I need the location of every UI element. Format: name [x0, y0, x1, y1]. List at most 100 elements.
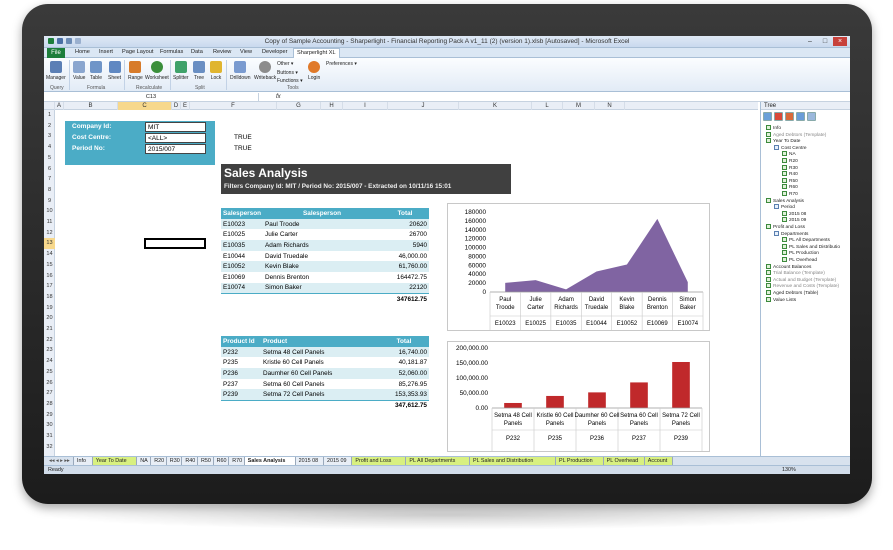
row-header-16[interactable]: 16 [44, 271, 55, 282]
tab-developer[interactable]: Developer [262, 49, 288, 55]
table-row[interactable]: E10074 Simon Baker 22120 [221, 282, 429, 294]
writeback-button[interactable]: Writeback [254, 61, 276, 81]
tree-node[interactable]: R60 [782, 184, 798, 190]
tree-node[interactable]: Value Lists [766, 296, 796, 303]
table-cell[interactable]: E10023 [221, 218, 264, 230]
tab-data[interactable]: Data [191, 49, 203, 55]
table-cell[interactable]: 22120 [381, 282, 429, 294]
column-header-j[interactable]: J [388, 102, 459, 110]
sheet-tab[interactable]: PL Production [556, 457, 604, 465]
tree-node[interactable]: 2015 08 [782, 210, 806, 217]
fx-button[interactable]: fx [276, 93, 281, 102]
tree-node[interactable]: Aged Debtors (Template) [766, 131, 826, 138]
tree-node[interactable]: R70 [782, 191, 798, 197]
sheet-tab[interactable]: R50 [198, 457, 214, 465]
row-header-31[interactable]: 31 [44, 431, 55, 442]
range-button[interactable]: Range [128, 61, 143, 81]
zoom-level[interactable]: 130% [782, 466, 796, 474]
table-cell[interactable]: E10052 [221, 261, 264, 273]
cost-centre-value[interactable]: <ALL> [145, 133, 206, 143]
active-cell-c13[interactable] [144, 238, 206, 249]
column-header-h[interactable]: H [321, 102, 343, 110]
lock-button[interactable]: Lock [210, 61, 222, 81]
table-cell[interactable]: Dennis Brenton [263, 272, 381, 283]
row-header-12[interactable]: 12 [44, 228, 55, 239]
minimize-icon[interactable]: – [803, 37, 817, 46]
table-cell[interactable]: Setma 48 Cell Panels [261, 346, 379, 358]
column-header-l[interactable]: L [532, 102, 563, 110]
table-cell[interactable]: Kevin Blake [263, 261, 382, 273]
tree-node[interactable]: R40 [782, 171, 798, 177]
tree-node[interactable]: PL Overhead [782, 257, 817, 263]
tree-node[interactable]: 2015 09 [782, 217, 806, 223]
column-header-m[interactable]: M [563, 102, 595, 110]
row-header-2[interactable]: 2 [44, 121, 55, 132]
table-cell[interactable]: E10035 [221, 240, 264, 251]
tree-node[interactable]: Account Balances [766, 263, 811, 270]
column-header-a[interactable]: A [55, 102, 64, 110]
table-row[interactable]: P237 Setma 60 Cell Panels 85,276.95 [221, 379, 429, 390]
row-header-24[interactable]: 24 [44, 356, 55, 367]
value-button[interactable]: Value [73, 61, 85, 81]
sync-icon[interactable] [796, 112, 805, 121]
tree-node[interactable]: R50 [782, 177, 798, 184]
tree-node[interactable]: Aged Debtors (Table) [766, 290, 818, 296]
table-cell[interactable]: 40,181.87 [379, 357, 429, 368]
row-header-23[interactable]: 23 [44, 345, 55, 356]
row-header-1[interactable]: 1 [44, 110, 55, 121]
column-header-b[interactable]: B [64, 102, 118, 110]
tab-insert[interactable]: Insert [99, 49, 113, 55]
sheet-button[interactable]: Sheet [108, 61, 121, 81]
product-bar-chart[interactable]: 200,000.00 150,000.00 100,000.00 50,000.00 0… [447, 341, 710, 452]
tree-node[interactable]: Trial Balance (Template) [766, 270, 825, 276]
table-cell[interactable]: P237 [221, 379, 261, 390]
sheet-tab[interactable]: Info [74, 457, 93, 465]
table-cell[interactable]: P239 [221, 389, 261, 401]
sheet-tab[interactable]: PL Overhead [603, 457, 645, 465]
table-row[interactable]: P236 Daumher 60 Cell Panels 52,060.00 [221, 368, 429, 379]
table-cell[interactable]: P236 [221, 368, 261, 379]
manager-button[interactable]: Manager [46, 61, 66, 81]
row-header-29[interactable]: 29 [44, 410, 55, 421]
table-row[interactable]: E10052 Kevin Blake 61,760.00 [221, 261, 429, 273]
tree-node[interactable]: Sales Analysis [766, 197, 804, 204]
column-header-d[interactable]: D [172, 102, 181, 110]
table-cell[interactable]: 20620 [381, 218, 429, 230]
table-cell[interactable]: 153,353.93 [379, 389, 429, 401]
row-header-7[interactable]: 7 [44, 174, 55, 185]
row-header-28[interactable]: 28 [44, 399, 55, 410]
table-row[interactable]: P235 Kristle 60 Cell Panels 40,181.87 [221, 357, 429, 368]
total-value[interactable]: 347612.75 [381, 293, 429, 305]
tree-node[interactable]: PL All Departments [782, 237, 830, 243]
properties-icon[interactable] [807, 112, 816, 121]
tree-node[interactable]: NA [782, 151, 796, 157]
table-cell[interactable]: 46,000.00 [381, 251, 429, 262]
column-header-n[interactable]: N [595, 102, 625, 110]
tab-page-layout[interactable]: Page Layout [122, 49, 153, 55]
splitter-button[interactable]: Splitter [173, 61, 189, 81]
row-header-5[interactable]: 5 [44, 153, 55, 164]
true-value-2[interactable]: TRUE [234, 145, 252, 152]
close-icon[interactable]: × [833, 37, 847, 46]
table-row[interactable]: E10069 Dennis Brenton 164472.75 [221, 272, 429, 283]
row-header-27[interactable]: 27 [44, 388, 55, 399]
row-header-26[interactable]: 26 [44, 378, 55, 389]
sheet-tab[interactable]: Profit and Loss [352, 457, 407, 465]
row-header-18[interactable]: 18 [44, 292, 55, 303]
worksheet-button[interactable]: Worksheet [145, 61, 169, 81]
tree-node[interactable]: R20 [782, 158, 798, 164]
company-value[interactable]: MIT [145, 122, 206, 132]
table-cell[interactable]: 52,060.00 [379, 368, 429, 379]
row-header-25[interactable]: 25 [44, 367, 55, 378]
tree-node[interactable]: PL Sales and Distributio [782, 243, 840, 250]
record-icon[interactable] [785, 112, 794, 121]
tree-node[interactable]: Profit and Loss [766, 224, 805, 230]
salesperson-area-chart[interactable]: 180000 160000 140000 120000 100000 80000 60000… [447, 203, 710, 331]
refresh-icon[interactable] [763, 112, 772, 121]
stop-icon[interactable] [774, 112, 783, 121]
tree-node[interactable]: Period [774, 204, 795, 210]
table-row[interactable]: P232 Setma 48 Cell Panels 16,740.00 [221, 346, 429, 358]
table-cell[interactable]: E10025 [221, 229, 263, 240]
tab-formulas[interactable]: Formulas [160, 49, 183, 55]
table-cell[interactable]: 61,760.00 [381, 261, 429, 273]
